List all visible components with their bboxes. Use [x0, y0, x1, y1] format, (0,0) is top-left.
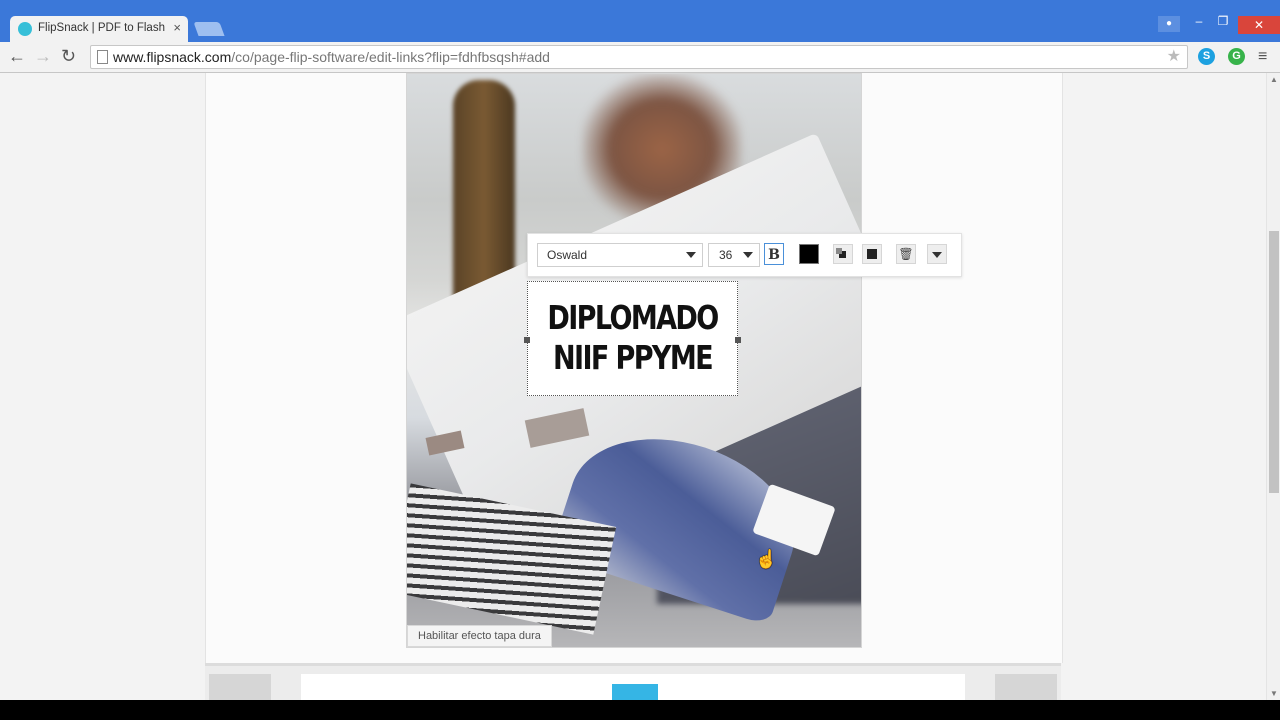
chevron-down-icon [743, 252, 753, 258]
thumbnails-strip [205, 663, 1061, 700]
flipsnack-favicon-icon [18, 22, 32, 36]
scroll-down-icon[interactable]: ▼ [1270, 689, 1278, 698]
address-bar[interactable]: www.flipsnack.com/co/page-flip-software/… [90, 45, 1188, 69]
url-text[interactable]: www.flipsnack.com/co/page-flip-software/… [113, 49, 550, 65]
background-icon[interactable] [862, 244, 882, 264]
browser-titlebar: FlipSnack | PDF to Flash p × ● – ❐ ✕ [0, 0, 1280, 42]
url-path: /co/page-flip-software/edit-links?flip=f… [231, 49, 550, 65]
hardcover-toggle[interactable]: Habilitar efecto tapa dura [407, 625, 552, 647]
bold-button[interactable]: B [764, 243, 784, 265]
add-page-button[interactable] [612, 684, 658, 700]
star-icon[interactable]: ★ [1167, 46, 1181, 66]
grammarly-icon[interactable]: G [1228, 48, 1245, 65]
screen-bottom-edge [0, 700, 1280, 720]
scroll-up-icon[interactable]: ▲ [1270, 75, 1278, 84]
browser-toolbar: ← → ↻ www.flipsnack.com/co/page-flip-sof… [0, 42, 1280, 73]
text-shadow-icon[interactable] [833, 244, 853, 264]
tab-title: FlipSnack | PDF to Flash p [38, 22, 166, 34]
trash-icon[interactable]: 🗑 [896, 244, 916, 264]
url-host: www.flipsnack.com [113, 49, 232, 65]
font-family-value: Oswald [547, 248, 588, 262]
close-window-button[interactable]: ✕ [1238, 16, 1280, 34]
chevron-down-icon [686, 252, 696, 258]
thumbnail-next[interactable] [995, 674, 1057, 700]
resize-handle-left[interactable] [524, 337, 530, 343]
text-color-button[interactable] [799, 244, 819, 264]
vertical-scrollbar[interactable]: ▲ ▼ [1266, 73, 1280, 700]
page-icon [97, 50, 108, 64]
restore-button[interactable]: ❐ [1216, 14, 1230, 28]
menu-icon[interactable]: ≡ [1258, 48, 1267, 66]
text-box[interactable]: DIPLOMADO NIIF PPYME [524, 281, 741, 396]
user-profile-icon[interactable]: ● [1158, 16, 1180, 32]
scrollbar-thumb[interactable] [1269, 231, 1279, 493]
hand-cursor-icon: ☝ [755, 549, 778, 569]
font-size-value: 36 [719, 248, 733, 262]
reload-icon[interactable]: ↻ [61, 46, 76, 66]
forward-icon[interactable]: → [34, 46, 52, 66]
page-viewport: Habilitar efecto tapa dura Oswald 36 B 🗑… [0, 73, 1266, 700]
font-size-select[interactable]: 36 [708, 243, 760, 267]
minimize-button[interactable]: – [1192, 14, 1206, 28]
chevron-down-icon [932, 252, 942, 258]
more-options-button[interactable] [927, 244, 947, 264]
font-family-select[interactable]: Oswald [537, 243, 703, 267]
browser-tab[interactable]: FlipSnack | PDF to Flash p × [10, 16, 188, 42]
text-line-1[interactable]: DIPLOMADO [547, 298, 719, 338]
skype-icon[interactable]: S [1198, 48, 1215, 65]
resize-handle-right[interactable] [735, 337, 741, 343]
thumbnail-prev[interactable] [209, 674, 271, 700]
back-icon[interactable]: ← [8, 46, 26, 66]
new-tab-button[interactable] [193, 22, 225, 36]
text-line-2[interactable]: NIIF PPYME [547, 338, 718, 378]
tab-close-icon[interactable]: × [173, 20, 181, 35]
text-format-toolbar: Oswald 36 B 🗑 [527, 233, 962, 277]
